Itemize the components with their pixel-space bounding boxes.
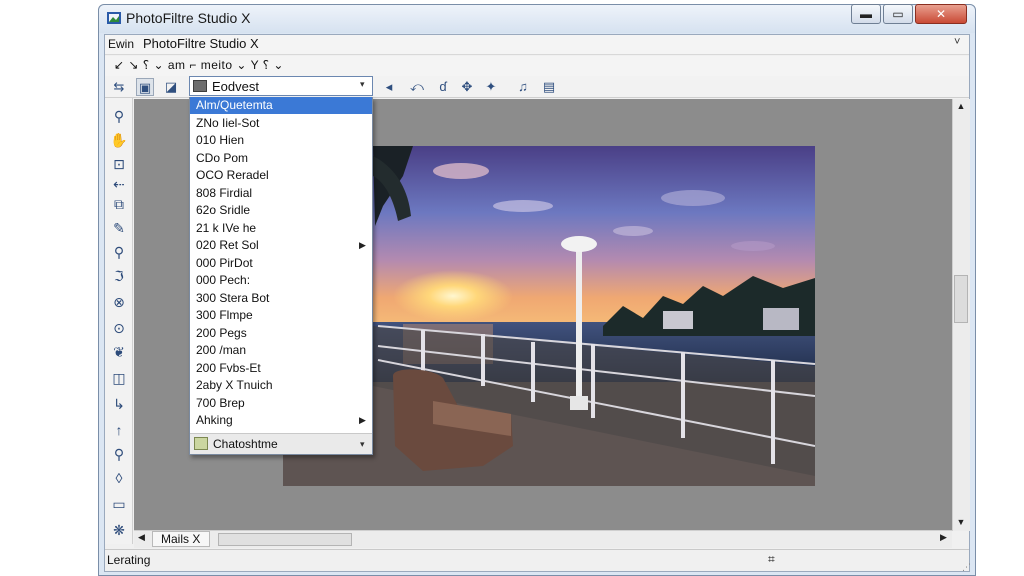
filter-menu-item[interactable]: 300 Flmpe — [190, 307, 372, 324]
palette-icon[interactable]: ▤ — [540, 78, 558, 96]
lasso-icon[interactable]: ℑ — [108, 266, 130, 286]
submenu-arrow-icon: ▶ — [359, 415, 366, 425]
horizontal-scroll-thumb[interactable] — [218, 533, 352, 546]
filter-menu-item[interactable]: 2aby X Tnuich — [190, 377, 372, 394]
text-icon[interactable]: ◊ — [108, 468, 130, 488]
filter-menu-item[interactable]: 62o Sridle — [190, 202, 372, 219]
music-icon[interactable]: ♫ — [514, 78, 532, 96]
undo-icon[interactable]: ◂ — [380, 78, 398, 96]
effects-icon[interactable]: ❋ — [108, 520, 130, 540]
arrow-icon[interactable]: ↳ — [108, 394, 130, 414]
filter-swatch — [193, 80, 207, 92]
brush-icon[interactable]: ɗ — [434, 78, 452, 96]
maximize-button[interactable]: ▭ — [883, 4, 913, 24]
stamp-icon[interactable]: ▭ — [108, 494, 130, 514]
document-tab[interactable]: Mails X — [152, 531, 210, 547]
scroll-left-icon[interactable]: ◀ — [138, 532, 145, 543]
selection-icon[interactable]: ⊡ — [108, 154, 130, 174]
gradient-icon[interactable]: ◫ — [108, 368, 130, 388]
filter-menu-item[interactable]: 200 Pegs — [190, 325, 372, 342]
filter-menu-item[interactable]: 700 Brep — [190, 395, 372, 412]
hand-icon[interactable]: ✋ — [108, 130, 130, 150]
filter-combo-label: Eodvest — [212, 79, 259, 94]
toolbar-top-controls[interactable]: ↙ ↘ ⸮ ⌄ am ⌐ meito ⌄ Y ⸮ ⌄ — [114, 58, 284, 72]
shape-icon[interactable]: ↑ — [108, 420, 130, 440]
crop-icon[interactable]: ⇠ — [108, 174, 130, 194]
filter-menu-item[interactable]: 808 Firdial — [190, 185, 372, 202]
filter-menu-item[interactable]: 000 Pech: — [190, 272, 372, 289]
menu-chevron-icon[interactable]: ˅ — [954, 36, 960, 48]
resize-grip-icon[interactable]: ⋰ — [962, 562, 971, 573]
filter-menu-item[interactable]: 010 Hien — [190, 132, 372, 149]
status-indicator: ⌗ — [768, 552, 775, 566]
minimize-button[interactable]: ▬ — [851, 4, 881, 24]
scroll-down-icon[interactable]: ▼ — [953, 517, 969, 527]
transform-icon[interactable]: ⧉ — [108, 194, 130, 214]
filter-menu-item[interactable]: 21 k IVe he — [190, 220, 372, 237]
paint-icon[interactable]: ✎ — [108, 218, 130, 238]
clone-icon[interactable]: ❦ — [108, 342, 130, 362]
status-bar — [105, 549, 969, 571]
chevron-down-icon[interactable]: ▾ — [360, 79, 365, 90]
footer-swatch — [194, 437, 208, 450]
eraser-icon[interactable]: ⚲ — [108, 444, 130, 464]
filter-menu-item[interactable]: Ahking — [190, 412, 372, 429]
app-icon — [107, 12, 121, 24]
redo-icon[interactable]: ⤺ — [408, 78, 426, 96]
filter-menu-item[interactable]: 200 /man — [190, 342, 372, 359]
smudge-icon[interactable]: ⊙ — [108, 318, 130, 338]
image-icon[interactable]: ▣ — [136, 78, 154, 96]
submenu-arrow-icon: ▶ — [359, 240, 366, 250]
filter-menu-item[interactable]: 020 Ret Sol — [190, 237, 372, 254]
chevron-down-icon[interactable]: ▾ — [360, 439, 365, 450]
filter-menu-item[interactable]: ZNo Iiel-Sot — [190, 115, 372, 132]
spray-icon[interactable]: ✥ — [458, 78, 476, 96]
scroll-right-icon[interactable]: ▶ — [940, 532, 947, 543]
footer-label: Chatoshtme — [213, 437, 278, 451]
move-icon[interactable]: ⇆ — [110, 78, 128, 96]
menu-item-ewin[interactable]: Ewin — [108, 37, 134, 51]
filter-menu-item[interactable]: 300 Stera Bot — [190, 290, 372, 307]
filter-menu-item[interactable]: OCO Reradel — [190, 167, 372, 184]
filter-menu-item[interactable]: 000 PirDot — [190, 255, 372, 272]
close-button[interactable]: ✕ — [915, 4, 967, 24]
zoom-icon[interactable]: ⚲ — [108, 106, 130, 126]
scroll-up-icon[interactable]: ▲ — [953, 101, 969, 111]
filter-menu-item[interactable]: Alm/Quetemta — [190, 97, 372, 114]
layers-icon[interactable]: ◪ — [162, 78, 180, 96]
vertical-scroll-thumb[interactable] — [954, 275, 968, 323]
window-title: PhotoFiltre Studio X — [126, 10, 251, 26]
wand-icon[interactable]: ⊗ — [108, 292, 130, 312]
menu-title: PhotoFiltre Studio X — [143, 36, 259, 51]
status-text: Lerating — [107, 553, 151, 567]
filter-menu-item[interactable]: 200 Fvbs-Et — [190, 360, 372, 377]
eyedropper-icon[interactable]: ⚲ — [108, 242, 130, 262]
filter-menu-item[interactable]: CDo Pom — [190, 150, 372, 167]
effect-icon[interactable]: ✦ — [482, 78, 500, 96]
